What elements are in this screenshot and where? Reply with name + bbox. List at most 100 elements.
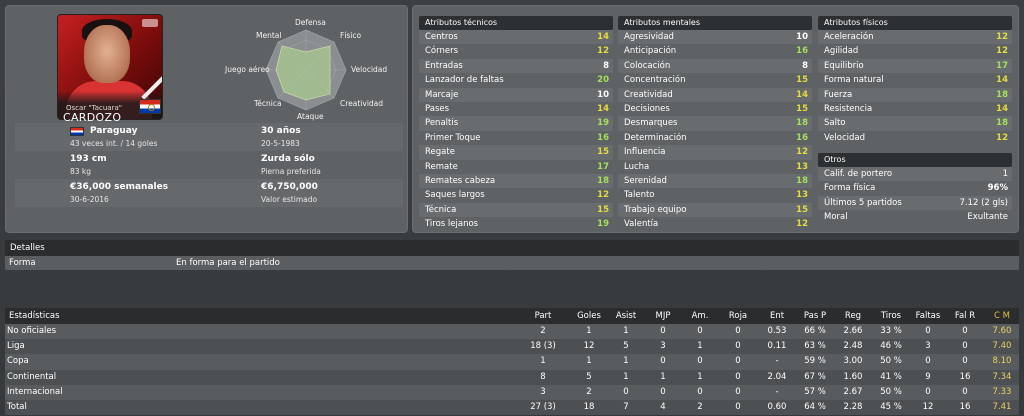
attribute-name: Entradas xyxy=(425,60,463,71)
attribute-name: Forma física xyxy=(824,183,876,194)
statistics-row-label: Liga xyxy=(7,341,25,352)
attribute-row[interactable]: Determinación 16 xyxy=(618,131,812,145)
statistics-row[interactable]: Internacional 3 2 0 0 0 0 - 57 % 2.67 50 % 0 0 7.33 xyxy=(5,384,1019,400)
mental-attributes: Atributos mentales Agresividad 10 Anticipa… xyxy=(618,16,812,231)
statistics-column-header[interactable]: Reg xyxy=(833,308,873,324)
attribute-row[interactable]: Decisiones 15 xyxy=(618,102,812,116)
attribute-value: 14 xyxy=(996,103,1008,114)
attribute-row[interactable]: Talento 13 xyxy=(618,188,812,202)
statistics-column-header[interactable]: Faltas xyxy=(908,308,948,324)
statistics-row-label: Total xyxy=(7,401,27,412)
attribute-row[interactable]: Marcaje 10 xyxy=(419,87,613,102)
attribute-row[interactable]: Velocidad 12 xyxy=(818,131,1012,145)
attribute-name: Concentración xyxy=(624,75,686,86)
attribute-row[interactable]: Forma física 96% xyxy=(818,181,1012,195)
attribute-name: Talento xyxy=(624,190,655,201)
attribute-value: 18 xyxy=(597,175,609,186)
statistics-column-header[interactable]: Tiros xyxy=(871,308,911,324)
attribute-row[interactable]: Serenidad 18 xyxy=(618,173,812,189)
attribute-row[interactable]: Moral Exultante xyxy=(818,210,1012,224)
attribute-row[interactable]: Influencia 12 xyxy=(618,145,812,160)
attribute-row[interactable]: Calif. de portero 1 xyxy=(818,167,1012,182)
attribute-name: Tiros lejanos xyxy=(425,219,479,230)
statistics-column-header[interactable]: Part xyxy=(523,308,563,324)
attribute-row[interactable]: Agresividad 10 xyxy=(618,30,812,45)
statistics-row[interactable]: Continental 8 5 1 1 1 0 2.04 67 % 1.60 41 % 9 16 7.34 xyxy=(5,369,1019,385)
attribute-row[interactable]: Centros 14 xyxy=(419,30,613,45)
statistics-column-header[interactable]: MJP xyxy=(643,308,683,324)
attribute-row[interactable]: Pases 14 xyxy=(419,102,613,116)
attribute-row[interactable]: Equilibrio 17 xyxy=(818,58,1012,74)
attribute-row[interactable]: Regate 15 xyxy=(419,145,613,160)
attribute-row[interactable]: Forma natural 14 xyxy=(818,73,1012,87)
statistics-row[interactable]: Copa 1 1 1 0 0 0 - 59 % 3.00 50 % 0 0 8.10 xyxy=(5,354,1019,370)
attribute-row[interactable]: Trabajo equipo 15 xyxy=(618,202,812,218)
attribute-radar-chart: Defensa Físico Velocidad Creatividad Ata… xyxy=(225,18,402,124)
attribute-row[interactable]: Penaltis 19 xyxy=(419,116,613,131)
attribute-row[interactable]: Saques largos 12 xyxy=(419,188,613,202)
statistics-row-label: No oficiales xyxy=(7,326,57,336)
statistics-cell: 0 xyxy=(962,356,968,367)
attribute-name: Calif. de portero xyxy=(824,169,893,179)
statistics-title: Estadísticas xyxy=(9,311,60,321)
attribute-row[interactable]: Primer Toque 16 xyxy=(419,131,613,145)
attribute-value: 16 xyxy=(796,46,808,57)
physical-attributes-title: Atributos físicos xyxy=(818,16,1012,30)
attribute-row[interactable]: Tiros lejanos 19 xyxy=(419,217,613,231)
attribute-row[interactable]: Colocación 8 xyxy=(618,58,812,74)
attribute-value: 15 xyxy=(796,103,808,114)
attribute-row[interactable]: Salto 18 xyxy=(818,116,1012,131)
statistics-cell: 3 xyxy=(925,341,931,352)
attribute-value: 19 xyxy=(597,118,609,129)
statistics-column-header[interactable]: Am. xyxy=(680,308,720,324)
statistics-cell: 1 xyxy=(697,341,703,352)
statistics-column-header[interactable]: Asist xyxy=(606,308,646,324)
attribute-name: Decisiones xyxy=(624,103,670,114)
attribute-name: Lanzador de faltas xyxy=(425,75,504,86)
statistics-column-header[interactable]: Ent xyxy=(757,308,797,324)
statistics-cell: 0 xyxy=(735,341,741,352)
statistics-column-header[interactable]: Goles xyxy=(569,308,609,324)
statistics-row[interactable]: No oficiales 2 1 1 0 0 0 0.53 66 % 2.66 33 % 0 0 7.60 xyxy=(5,324,1019,340)
attribute-name: Penaltis xyxy=(425,118,459,129)
statistics-cell: 0.11 xyxy=(767,341,787,352)
attribute-row[interactable]: Desmarques 18 xyxy=(618,116,812,131)
attribute-row[interactable]: Remate 17 xyxy=(419,160,613,174)
statistics-row[interactable]: Total 27 (3) 18 7 4 2 0 0.60 64 % 2.28 45 % 12 16 7.4… xyxy=(5,399,1019,416)
attribute-row[interactable]: Resistencia 14 xyxy=(818,102,1012,116)
statistics-column-header[interactable]: Roja xyxy=(718,308,758,324)
attribute-row[interactable]: Aceleración 12 xyxy=(818,30,1012,45)
statistics-column-header[interactable]: C M xyxy=(982,308,1022,324)
statistics-cell: 7.60 xyxy=(992,326,1012,336)
attribute-value: 15 xyxy=(597,204,609,215)
statistics-cell: 45 % xyxy=(880,401,902,412)
statistics-cell: 1 xyxy=(660,371,666,382)
statistics-cell: 1 xyxy=(623,371,629,382)
statistics-row[interactable]: Liga 18 (3) 12 5 3 1 0 0.11 63 % 2.48 46 % 3 0 7.40 xyxy=(5,339,1019,355)
attribute-name: Moral xyxy=(824,212,848,223)
attribute-name: Centros xyxy=(425,32,458,42)
statistics-cell: - xyxy=(775,386,779,397)
attribute-row[interactable]: Remates cabeza 18 xyxy=(419,173,613,189)
statistics-cell: 66 % xyxy=(804,326,826,336)
statistics-column-header[interactable]: Pas P xyxy=(795,308,835,324)
attribute-row[interactable]: Entradas 8 xyxy=(419,58,613,74)
attribute-row[interactable]: Anticipación 16 xyxy=(618,44,812,58)
attribute-row[interactable]: Valentía 12 xyxy=(618,217,812,231)
attribute-row[interactable]: Córners 12 xyxy=(419,44,613,58)
statistics-cell: - xyxy=(775,356,779,367)
attribute-name: Córners xyxy=(425,46,459,57)
attribute-row[interactable]: Lucha 13 xyxy=(618,160,812,174)
player-value: €6,750,000 xyxy=(261,182,318,192)
attribute-value: 12 xyxy=(597,46,609,57)
attribute-row[interactable]: Concentración 15 xyxy=(618,73,812,87)
statistics-column-header[interactable]: Fal R xyxy=(945,308,985,324)
attribute-row[interactable]: Lanzador de faltas 20 xyxy=(419,73,613,87)
attribute-row[interactable]: Creatividad 14 xyxy=(618,87,812,102)
attribute-row[interactable]: Técnica 15 xyxy=(419,202,613,218)
attribute-value: 12 xyxy=(996,46,1008,57)
attribute-row[interactable]: Agilidad 12 xyxy=(818,44,1012,58)
attribute-value: 18 xyxy=(996,89,1008,100)
attribute-row[interactable]: Fuerza 18 xyxy=(818,87,1012,102)
attribute-row[interactable]: Últimos 5 partidos 7.12 (2 gls) xyxy=(818,195,1012,211)
